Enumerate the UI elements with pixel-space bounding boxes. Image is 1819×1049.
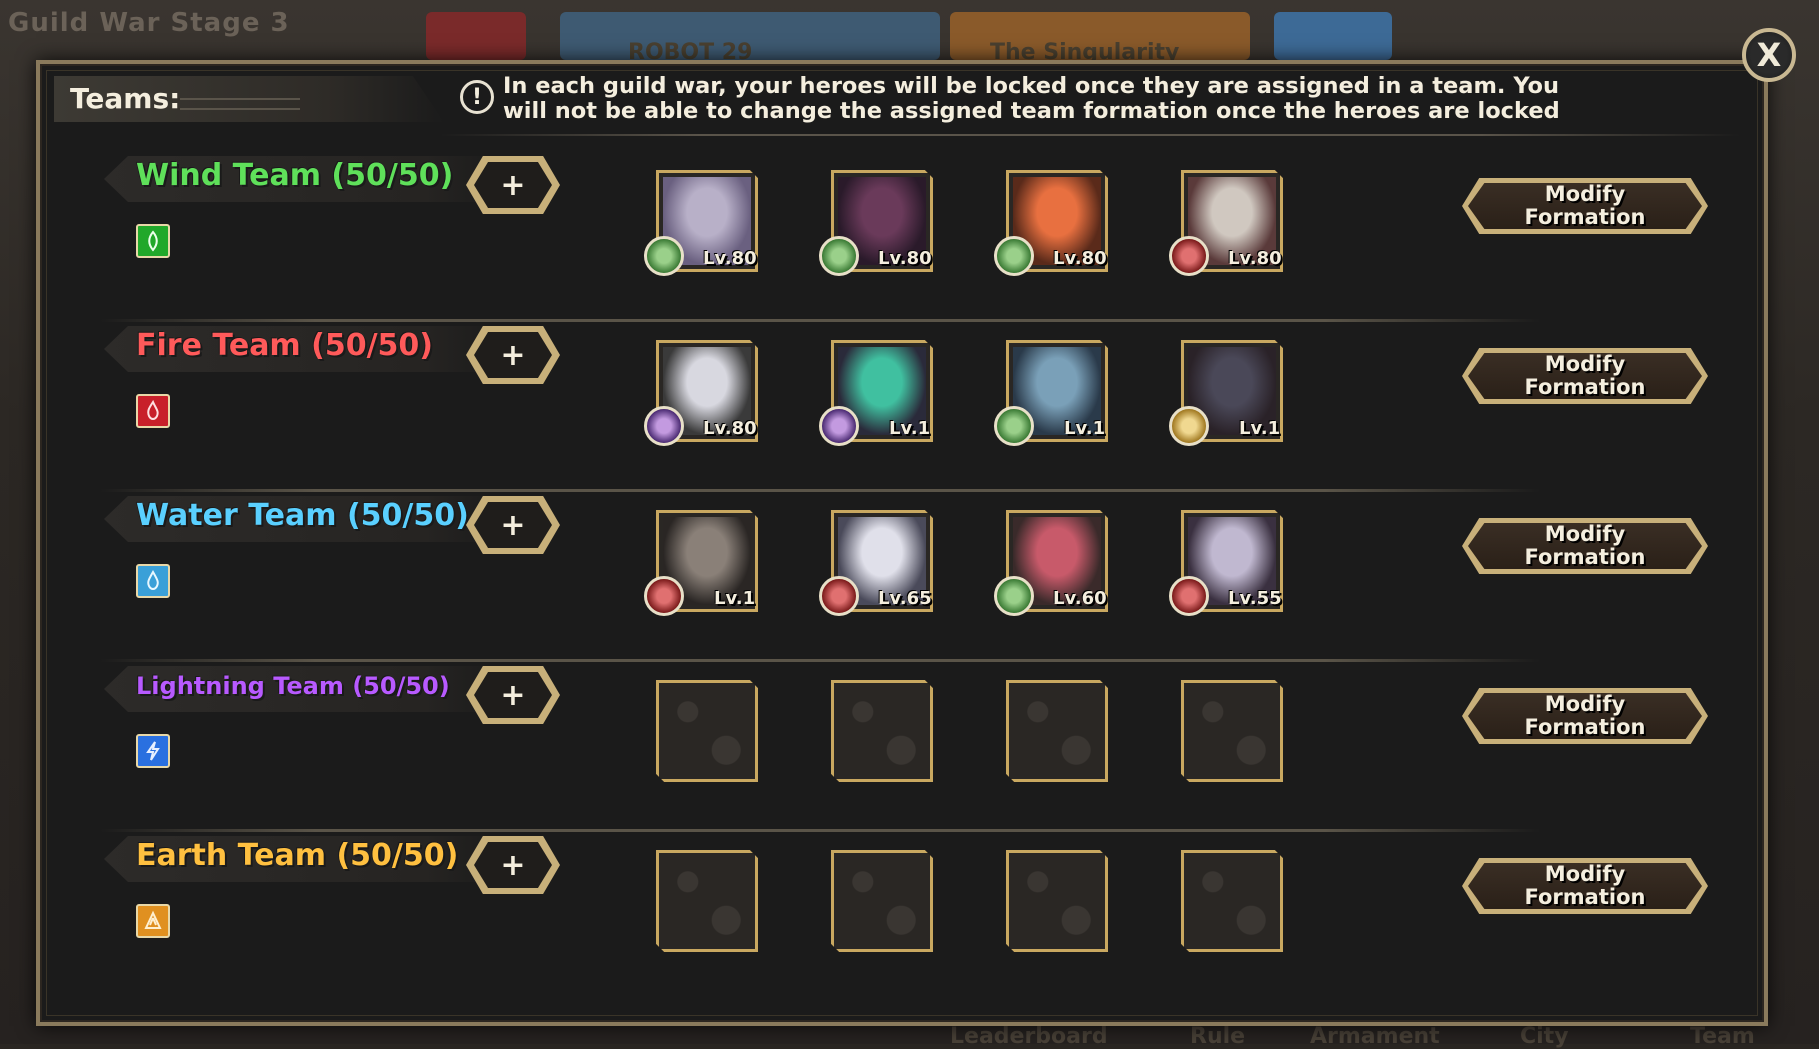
empty-hero-slot[interactable] — [1181, 850, 1283, 952]
close-button[interactable]: X — [1742, 28, 1796, 82]
plus-icon: + — [500, 507, 526, 543]
modify-button-face: Modify Formation — [1468, 693, 1702, 739]
team-row: Lightning Team (50/50) + Modify Formation — [40, 658, 1770, 832]
add-hero-button[interactable]: + — [474, 332, 552, 378]
team-row: Wind Team (50/50) + Lv.80 Lv.80 Lv.80 Lv.80 Mo… — [40, 148, 1770, 322]
fire-icon — [136, 394, 170, 428]
team-name: Earth Team (50/50) — [136, 838, 459, 873]
hero-level: Lv.80 — [1053, 248, 1107, 269]
modify-label-line1: Modify — [1544, 352, 1626, 376]
hero-level: Lv.80 — [878, 248, 932, 269]
teams-tab-label: Teams: — [70, 82, 181, 115]
close-icon: X — [1756, 36, 1782, 74]
background-tab-city: City — [1520, 1024, 1569, 1049]
tab-decoration — [180, 98, 300, 110]
hero-level: Lv.1 — [889, 418, 931, 439]
wind-element-icon — [819, 236, 859, 276]
background-banner-red — [426, 12, 526, 60]
modify-formation-button[interactable]: Modify Formation — [1462, 518, 1708, 574]
modify-label-line2: Formation — [1524, 545, 1646, 569]
empty-hero-slot[interactable] — [656, 850, 758, 952]
fire-element-icon — [1169, 576, 1209, 616]
modify-label-line2: Formation — [1524, 885, 1646, 909]
hero-level: Lv.80 — [1228, 248, 1282, 269]
modify-formation-button[interactable]: Modify Formation — [1462, 688, 1708, 744]
dark-element-icon — [819, 406, 859, 446]
modify-label-line2: Formation — [1524, 375, 1646, 399]
fire-element-icon — [819, 576, 859, 616]
empty-hero-slot[interactable] — [1181, 680, 1283, 782]
background-tab-rule: Rule — [1190, 1024, 1246, 1049]
team-row: Water Team (50/50) + Lv.1 Lv.65 Lv.60 Lv.55 Mo… — [40, 488, 1770, 662]
team-name: Fire Team (50/50) — [136, 328, 434, 363]
plus-icon: + — [500, 167, 526, 203]
background-title: Guild War Stage 3 — [8, 8, 290, 38]
add-hero-button[interactable]: + — [474, 842, 552, 888]
team-name: Wind Team (50/50) — [136, 158, 454, 193]
wind-icon — [136, 224, 170, 258]
wind-element-icon — [994, 406, 1034, 446]
add-hero-button[interactable]: + — [474, 502, 552, 548]
hero-level: Lv.1 — [1064, 418, 1106, 439]
background-tab-leaderboard: Leaderboard — [950, 1024, 1108, 1049]
modify-label-line1: Modify — [1544, 862, 1626, 886]
modify-formation-button[interactable]: Modify Formation — [1462, 348, 1708, 404]
modify-button-face: Modify Formation — [1468, 863, 1702, 909]
hero-level: Lv.80 — [703, 248, 757, 269]
plus-icon: + — [500, 337, 526, 373]
background-tab-armament: Armament — [1310, 1024, 1440, 1049]
hero-level: Lv.80 — [703, 418, 757, 439]
modify-formation-button[interactable]: Modify Formation — [1462, 858, 1708, 914]
plus-icon: + — [500, 677, 526, 713]
background-banner-sky — [1274, 12, 1392, 60]
modify-button-face: Modify Formation — [1468, 523, 1702, 569]
modify-label-line2: Formation — [1524, 715, 1646, 739]
modify-label-line1: Modify — [1544, 182, 1626, 206]
modify-label-line2: Formation — [1524, 205, 1646, 229]
modify-button-face: Modify Formation — [1468, 353, 1702, 399]
hero-level: Lv.1 — [714, 588, 756, 609]
dark-element-icon — [644, 406, 684, 446]
empty-hero-slot[interactable] — [831, 680, 933, 782]
team-name: Lightning Team (50/50) — [136, 672, 450, 700]
modify-formation-button[interactable]: Modify Formation — [1462, 178, 1708, 234]
lightning-icon — [136, 734, 170, 768]
wind-element-icon — [994, 576, 1034, 616]
wind-element-icon — [994, 236, 1034, 276]
fire-element-icon — [644, 576, 684, 616]
add-hero-button[interactable]: + — [474, 162, 552, 208]
modify-label-line1: Modify — [1544, 692, 1626, 716]
team-row: Fire Team (50/50) + Lv.80 Lv.1 Lv.1 Lv.1 Modif… — [40, 318, 1770, 492]
hero-level: Lv.1 — [1239, 418, 1281, 439]
wind-element-icon — [644, 236, 684, 276]
empty-hero-slot[interactable] — [656, 680, 758, 782]
empty-hero-slot[interactable] — [1006, 850, 1108, 952]
hero-level: Lv.55 — [1228, 588, 1282, 609]
hero-level: Lv.65 — [878, 588, 932, 609]
water-icon — [136, 564, 170, 598]
info-text: In each guild war, your heroes will be l… — [503, 73, 1560, 124]
fire-element-icon — [1169, 236, 1209, 276]
team-name: Water Team (50/50) — [136, 498, 469, 533]
add-hero-button[interactable]: + — [474, 672, 552, 718]
plus-icon: + — [500, 847, 526, 883]
background-tab-team: Team — [1690, 1024, 1755, 1049]
team-row: Earth Team (50/50) + Modify Formation — [40, 828, 1770, 998]
info-icon: ! — [460, 80, 494, 114]
hero-level: Lv.60 — [1053, 588, 1107, 609]
earth-icon — [136, 904, 170, 938]
light-element-icon — [1169, 406, 1209, 446]
modify-label-line1: Modify — [1544, 522, 1626, 546]
empty-hero-slot[interactable] — [831, 850, 933, 952]
empty-hero-slot[interactable] — [1006, 680, 1108, 782]
header-divider — [440, 134, 1740, 136]
modify-button-face: Modify Formation — [1468, 183, 1702, 229]
